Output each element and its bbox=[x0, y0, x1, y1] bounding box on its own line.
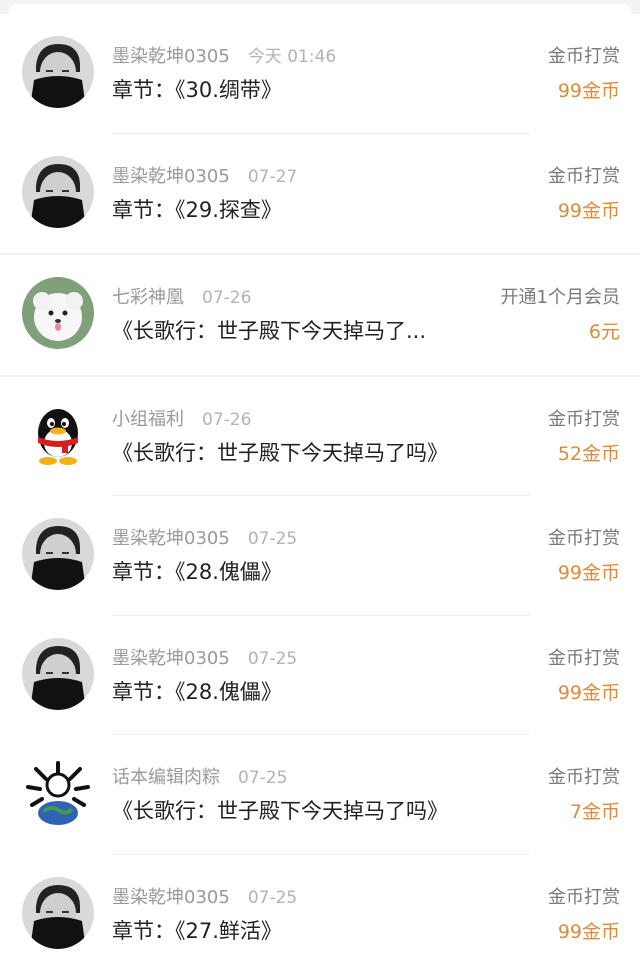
reward-meta: 墨染乾坤0305 07-25 bbox=[112, 883, 297, 909]
reward-type: 金币打赏 bbox=[548, 46, 620, 67]
reward-date: 07-25 bbox=[247, 648, 298, 669]
reward-amount: 99金币 bbox=[557, 562, 620, 584]
reward-title[interactable]: 章节：《27.鲜活》 bbox=[112, 915, 492, 945]
reward-title[interactable]: 《长歌行：世子殿下今天掉马了吗》 bbox=[112, 437, 492, 467]
reward-type: 开通1个月会员 bbox=[500, 287, 620, 308]
reward-amount: 7金币 bbox=[569, 801, 620, 823]
reward-meta: 墨染乾坤0305 07-25 bbox=[112, 524, 297, 550]
reward-type: 金币打赏 bbox=[548, 408, 620, 430]
reward-meta: 小组福利 07-26 bbox=[112, 405, 251, 431]
reward-date: 07-26 bbox=[202, 409, 252, 430]
reward-title[interactable]: 章节：《30.绸带》 bbox=[112, 74, 492, 104]
penguin-avatar[interactable] bbox=[22, 398, 94, 471]
username[interactable]: 墨染乾坤0305 bbox=[112, 166, 230, 187]
portrait-icon bbox=[22, 876, 94, 949]
reward-amount: 99金币 bbox=[557, 920, 620, 943]
username[interactable]: 墨染乾坤0305 bbox=[112, 46, 230, 67]
reward-title[interactable]: 章节：《29.探查》 bbox=[112, 194, 492, 224]
reward-date: 07-25 bbox=[238, 768, 288, 788]
portrait-avatar[interactable] bbox=[22, 876, 94, 949]
reward-date: 07-27 bbox=[247, 166, 298, 187]
reward-row[interactable]: 话本编辑肉粽 07-25 《长歌行：世子殿下今天掉马了吗》 金币打赏 7金币 bbox=[0, 735, 640, 855]
reward-row[interactable]: 墨染乾坤0305 今天 01:46 章节：《30.绸带》 金币打赏 99金币 bbox=[0, 14, 640, 134]
reward-row[interactable]: 墨染乾坤0305 07-27 章节：《29.探查》 金币打赏 99金币 bbox=[0, 133, 640, 255]
reward-amount: 99金币 bbox=[557, 80, 620, 102]
reward-type: 金币打赏 bbox=[548, 767, 620, 788]
reward-row[interactable]: 墨染乾坤0305 07-25 章节：《27.鲜活》 金币打赏 99金币 bbox=[0, 854, 640, 974]
username[interactable]: 墨染乾坤0305 bbox=[112, 648, 230, 669]
username[interactable]: 墨染乾坤0305 bbox=[112, 887, 230, 908]
username[interactable]: 话本编辑肉粽 bbox=[112, 767, 220, 788]
reward-row[interactable]: 七彩神凰 07-26 《长歌行：世子殿下今天掉马了... 开通1个月会员 6元 bbox=[0, 255, 640, 377]
portrait-icon bbox=[22, 637, 94, 710]
portrait-avatar[interactable] bbox=[22, 155, 94, 228]
reward-date: 07-25 bbox=[247, 529, 298, 549]
reward-title[interactable]: 《长歌行：世子殿下今天掉马了吗》 bbox=[112, 795, 492, 825]
reward-type: 金币打赏 bbox=[548, 647, 620, 669]
portrait-icon bbox=[22, 518, 94, 590]
reward-amount: 6元 bbox=[588, 321, 620, 343]
username[interactable]: 小组福利 bbox=[112, 409, 184, 430]
portrait-avatar[interactable] bbox=[22, 637, 94, 710]
reward-row[interactable]: 墨染乾坤0305 07-25 章节：《28.傀儡》 金币打赏 99金币 bbox=[0, 496, 640, 616]
reward-meta: 话本编辑肉粽 07-25 bbox=[112, 763, 287, 789]
reward-title[interactable]: 《长歌行：世子殿下今天掉马了... bbox=[112, 315, 492, 345]
reward-amount: 52金币 bbox=[557, 442, 620, 465]
top-strip bbox=[0, 0, 640, 14]
reward-date: 今天 01:46 bbox=[247, 47, 337, 67]
reward-row[interactable]: 墨染乾坤0305 07-25 章节：《28.傀儡》 金币打赏 99金币 bbox=[0, 615, 640, 735]
reward-amount: 99金币 bbox=[557, 199, 620, 222]
portrait-avatar[interactable] bbox=[22, 518, 94, 590]
portrait-icon bbox=[22, 155, 94, 228]
reward-type: 金币打赏 bbox=[548, 886, 620, 908]
reward-type: 金币打赏 bbox=[548, 165, 620, 187]
globe-avatar[interactable] bbox=[22, 757, 94, 829]
reward-meta: 七彩神凰 07-26 bbox=[112, 283, 251, 309]
dog-icon bbox=[22, 277, 94, 349]
username[interactable]: 七彩神凰 bbox=[112, 287, 184, 308]
globe-icon bbox=[22, 757, 94, 829]
reward-meta: 墨染乾坤0305 07-25 bbox=[112, 644, 297, 670]
portrait-icon bbox=[22, 36, 94, 108]
reward-title[interactable]: 章节：《28.傀儡》 bbox=[112, 556, 492, 586]
reward-row[interactable]: 小组福利 07-26 《长歌行：世子殿下今天掉马了吗》 金币打赏 52金币 bbox=[0, 376, 640, 496]
reward-meta: 墨染乾坤0305 07-27 bbox=[112, 162, 297, 188]
reward-list: 墨染乾坤0305 今天 01:46 章节：《30.绸带》 金币打赏 99金币 墨染… bbox=[0, 14, 640, 974]
reward-type: 金币打赏 bbox=[548, 528, 620, 549]
reward-date: 07-25 bbox=[247, 887, 298, 908]
reward-title[interactable]: 章节：《28.傀儡》 bbox=[112, 676, 492, 706]
username[interactable]: 墨染乾坤0305 bbox=[112, 528, 230, 549]
penguin-icon bbox=[22, 398, 94, 471]
portrait-avatar[interactable] bbox=[22, 36, 94, 108]
white-dog-avatar[interactable] bbox=[22, 277, 94, 349]
reward-meta: 墨染乾坤0305 今天 01:46 bbox=[112, 42, 336, 68]
reward-amount: 99金币 bbox=[557, 681, 620, 704]
reward-date: 07-26 bbox=[202, 288, 252, 308]
